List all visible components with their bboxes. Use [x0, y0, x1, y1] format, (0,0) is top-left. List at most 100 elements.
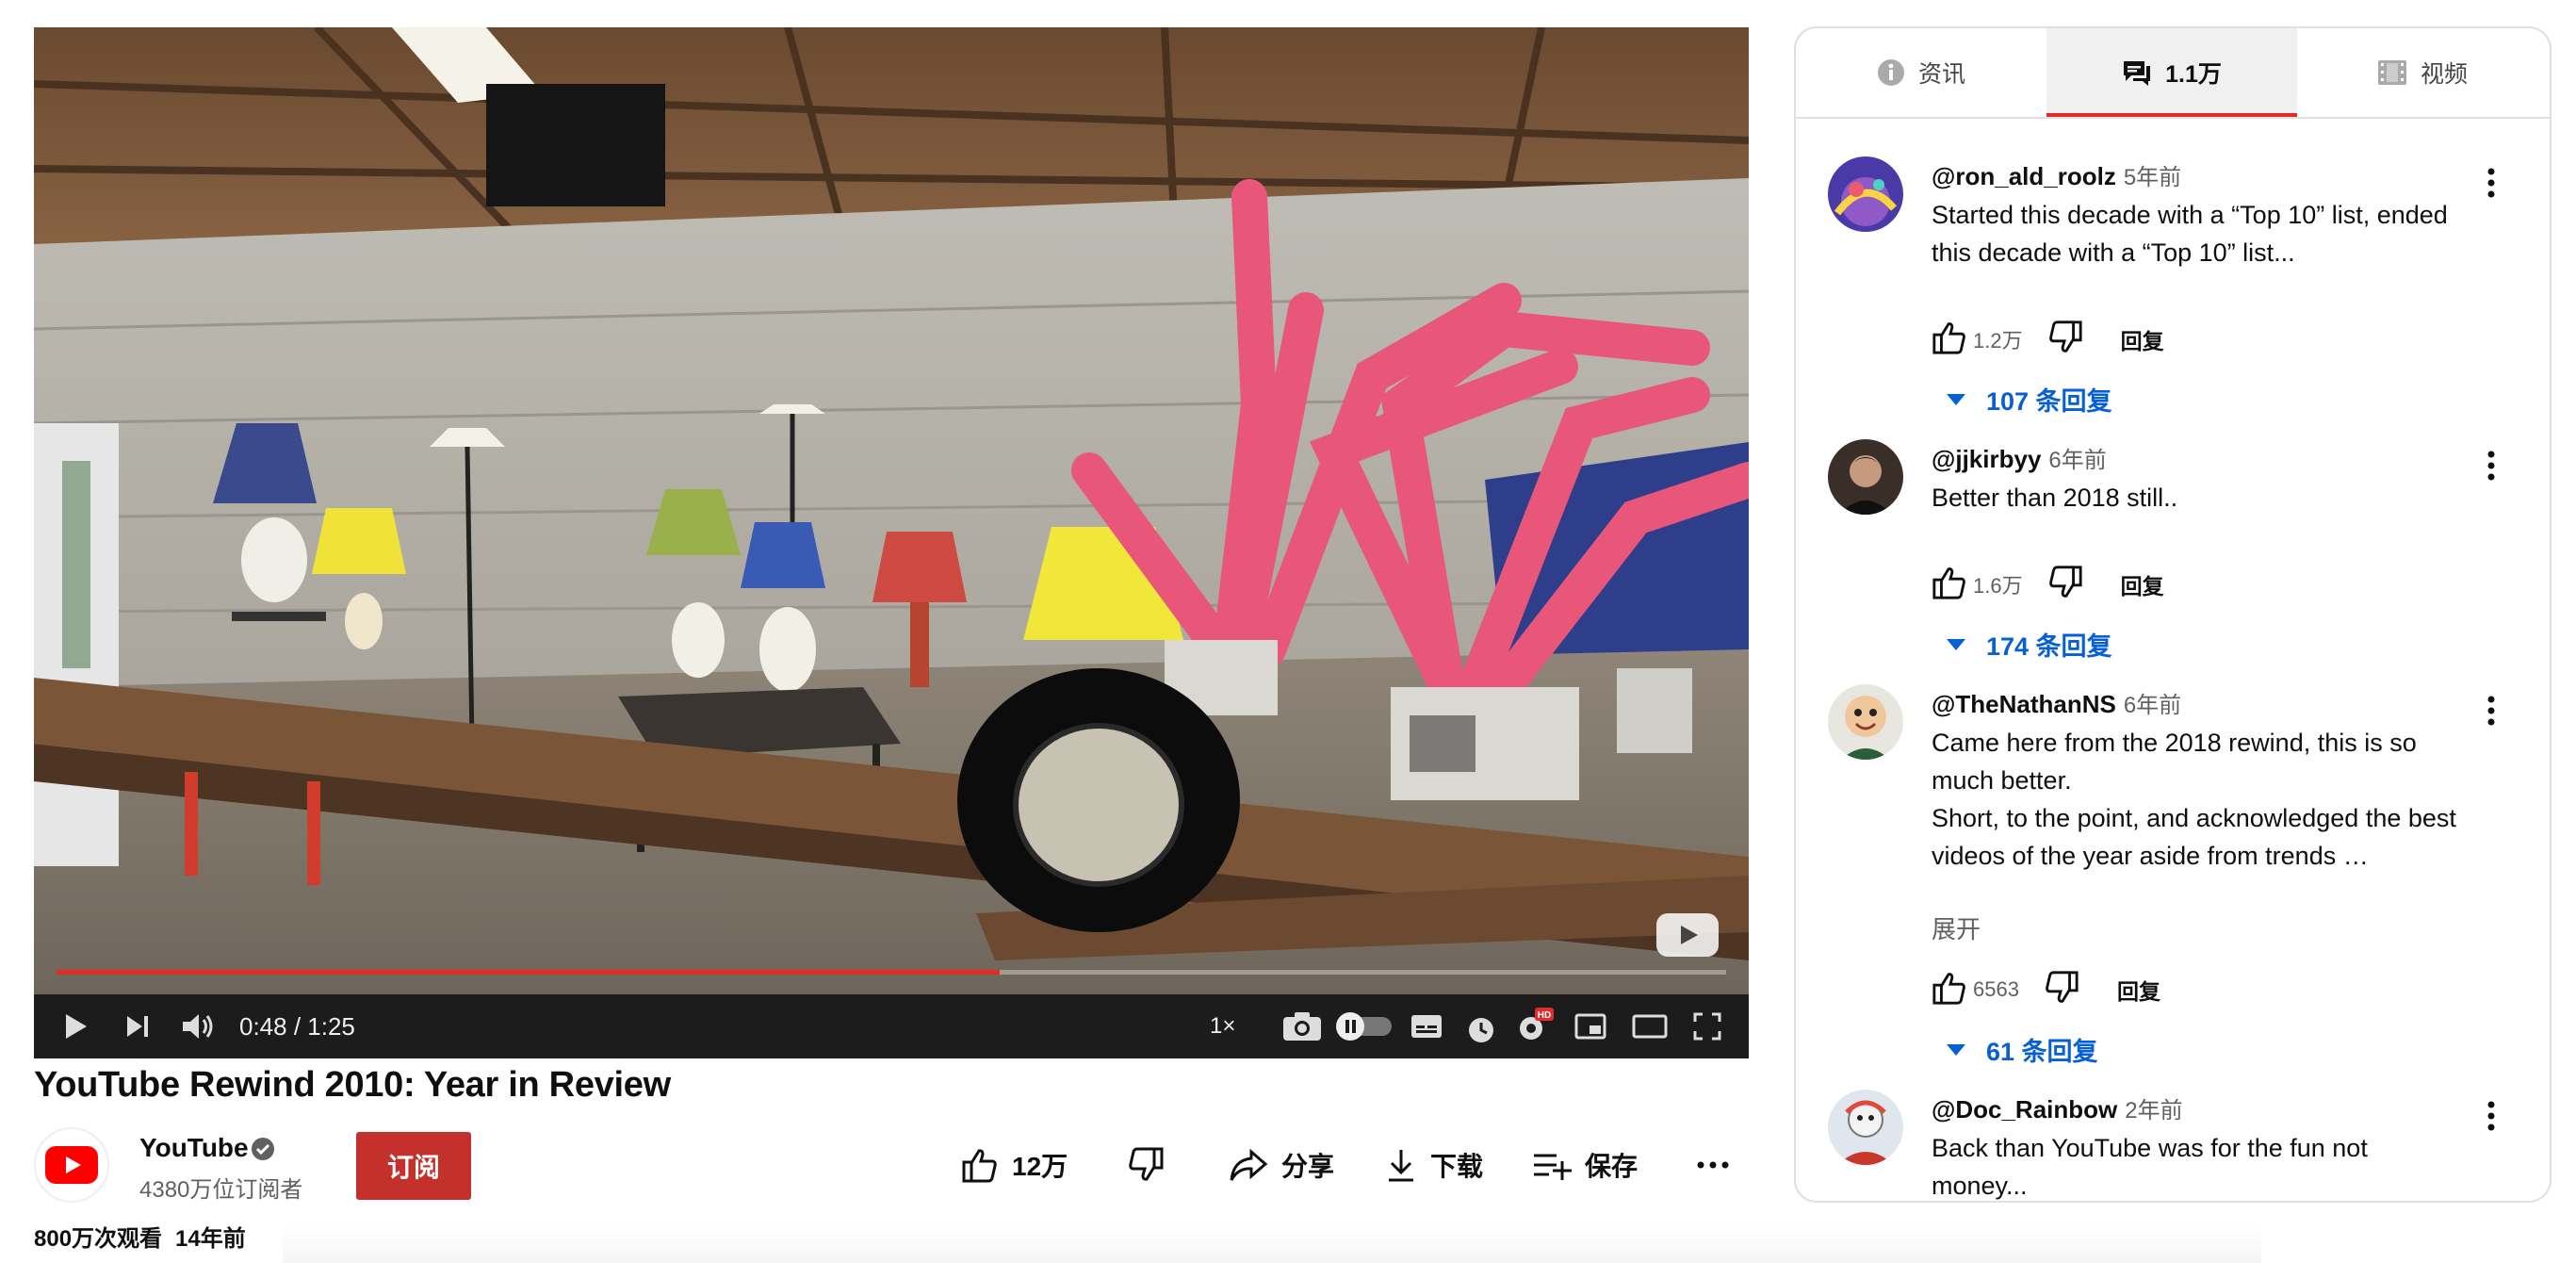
subtitles-icon[interactable]: [1406, 1006, 1447, 1047]
video-meta: 800万次观看 14年前: [34, 1220, 259, 1253]
comment: @ron_ald_roolz 5年前 Started this decade wi…: [1796, 156, 2550, 416]
comment-time: 6年前: [2048, 448, 2107, 473]
subscribe-button[interactable]: 订阅: [356, 1132, 471, 1200]
tab-info[interactable]: 资讯: [1796, 28, 2046, 117]
more-horizontal-icon: [1697, 1161, 1729, 1169]
more-vert-icon[interactable]: [2487, 168, 2495, 203]
autoplay-toggle[interactable]: [1334, 1006, 1394, 1047]
thumbs-down-icon: [1127, 1146, 1165, 1184]
side-panel: 资讯 1.1万 视频 @ron_ald_roolz 5年前 Started thi…: [1794, 26, 2552, 1203]
video-icon: [2377, 59, 2407, 86]
view-count: 800万次观看: [34, 1226, 163, 1252]
save-label: 保存: [1585, 1152, 1639, 1181]
tab-comments[interactable]: 1.1万: [2046, 28, 2297, 117]
miniplayer-icon[interactable]: [1570, 1006, 1611, 1047]
replies-toggle[interactable]: 107 条回复: [1947, 381, 2112, 418]
download-icon: [1385, 1146, 1417, 1184]
info-icon: [1877, 58, 1905, 87]
tab-videos[interactable]: 视频: [2297, 28, 2548, 117]
comment-avatar[interactable]: [1828, 1090, 1903, 1165]
comment-like-count: 6563: [1973, 977, 2019, 1001]
youtube-watermark-icon[interactable]: [1656, 913, 1719, 957]
tab-videos-label: 视频: [2420, 61, 2468, 88]
download-button[interactable]: 下载: [1385, 1135, 1483, 1195]
comment: @TheNathanNS 6年前 Came here from the 2018 …: [1796, 684, 2550, 1080]
caret-down-icon: [1947, 1043, 1965, 1056]
caret-down-icon: [1947, 393, 1965, 405]
comment-author[interactable]: @jjkirbyy 6年前: [1932, 441, 2107, 474]
share-icon: [1229, 1146, 1268, 1184]
tab-comments-label: 1.1万: [2165, 61, 2222, 88]
sleep-timer-icon[interactable]: [1460, 1009, 1502, 1051]
like-button[interactable]: 12万: [961, 1135, 1068, 1195]
player-controls: 0:48 / 1:25 1× HD: [34, 970, 1749, 1058]
youtube-logo-icon: [45, 1146, 98, 1184]
comment-time: 6年前: [2123, 693, 2182, 718]
video-frame[interactable]: [34, 27, 1749, 994]
comment-actions: 6563 回复: [1932, 969, 2160, 1010]
more-actions-button[interactable]: [1696, 1135, 1730, 1195]
comment-dislike-icon[interactable]: [2044, 970, 2079, 1010]
share-button[interactable]: 分享: [1229, 1135, 1334, 1195]
share-label: 分享: [1281, 1152, 1335, 1181]
playback-speed[interactable]: 1×: [1210, 994, 1235, 1058]
page-shadow: [283, 1225, 2261, 1263]
comment-like-icon[interactable]: [1932, 970, 1967, 1010]
time-display: 0:48 / 1:25: [239, 1012, 355, 1041]
comment-text: Back than YouTube was for the fun not mo…: [1932, 1134, 2368, 1200]
comment-actions: 1.2万 回复: [1932, 319, 2164, 360]
more-vert-icon[interactable]: [2487, 451, 2495, 485]
verified-icon: [252, 1138, 274, 1160]
fullscreen-icon[interactable]: [1687, 1006, 1728, 1047]
screenshot-icon[interactable]: [1278, 1006, 1327, 1047]
tab-info-label: 资讯: [1917, 61, 1965, 88]
settings-icon[interactable]: HD: [1511, 1006, 1558, 1047]
progress-played: [57, 970, 1001, 975]
comment-text: Started this decade with a “Top 10” list…: [1932, 201, 2448, 267]
more-vert-icon[interactable]: [2487, 1101, 2495, 1136]
comment-author[interactable]: @Doc_Rainbow 2年前: [1932, 1091, 2183, 1124]
comment-time: 2年前: [2125, 1098, 2183, 1124]
more-vert-icon[interactable]: [2487, 696, 2495, 730]
comment-avatar[interactable]: [1828, 684, 1903, 760]
comment-text: Came here from the 2018 rewind, this is …: [1932, 729, 2456, 870]
comment-dislike-icon[interactable]: [2047, 320, 2083, 360]
comment-author[interactable]: @ron_ald_roolz 5年前: [1932, 158, 2181, 191]
volume-icon[interactable]: [175, 1006, 222, 1047]
panel-tabs: 资讯 1.1万 视频: [1796, 28, 2550, 119]
playlist-add-icon: [1532, 1148, 1572, 1182]
comment-reply-button[interactable]: 回复: [2121, 323, 2164, 355]
hd-badge: HD: [1538, 1010, 1551, 1021]
like-count: 12万: [1012, 1152, 1068, 1181]
thumbs-up-icon: [961, 1146, 999, 1184]
download-label: 下载: [1430, 1152, 1484, 1181]
video-player[interactable]: 0:48 / 1:25 1× HD: [34, 27, 1749, 1058]
save-button[interactable]: 保存: [1532, 1135, 1638, 1195]
replies-toggle[interactable]: 174 条回复: [1947, 626, 2112, 663]
comment-like-count: 1.2万: [1973, 329, 2023, 353]
replies-toggle[interactable]: 61 条回复: [1947, 1031, 2098, 1068]
comment-avatar[interactable]: [1828, 156, 1903, 232]
play-icon[interactable]: [57, 1006, 94, 1047]
active-tab-indicator: [2046, 113, 2297, 117]
channel-avatar[interactable]: [34, 1127, 109, 1203]
comment-author[interactable]: @TheNathanNS 6年前: [1932, 686, 2181, 719]
comment: @jjkirbyy 6年前 Better than 2018 still.. 1.…: [1796, 439, 2550, 675]
comment-avatar[interactable]: [1828, 439, 1903, 515]
channel-name[interactable]: YouTube: [139, 1133, 249, 1163]
next-icon[interactable]: [117, 1006, 158, 1047]
comment-like-icon[interactable]: [1932, 320, 1967, 360]
theater-icon[interactable]: [1626, 1006, 1673, 1047]
comment-like-icon[interactable]: [1932, 565, 1967, 605]
comment-reply-button[interactable]: 回复: [2117, 974, 2160, 1006]
comment-dislike-icon[interactable]: [2047, 565, 2083, 605]
comment-reply-button[interactable]: 回复: [2121, 568, 2164, 600]
progress-bar[interactable]: [57, 970, 1726, 975]
expand-link[interactable]: 展开: [1932, 910, 1981, 945]
upload-age: 14年前: [175, 1226, 246, 1252]
dislike-button[interactable]: [1127, 1135, 1165, 1195]
comment: @Doc_Rainbow 2年前 Back than YouTube was fo…: [1796, 1090, 2550, 1201]
subscriber-count: 4380万位订阅者: [139, 1177, 303, 1203]
comment-actions: 1.6万 回复: [1932, 564, 2164, 605]
comment-text: Better than 2018 still..: [1932, 484, 2178, 512]
